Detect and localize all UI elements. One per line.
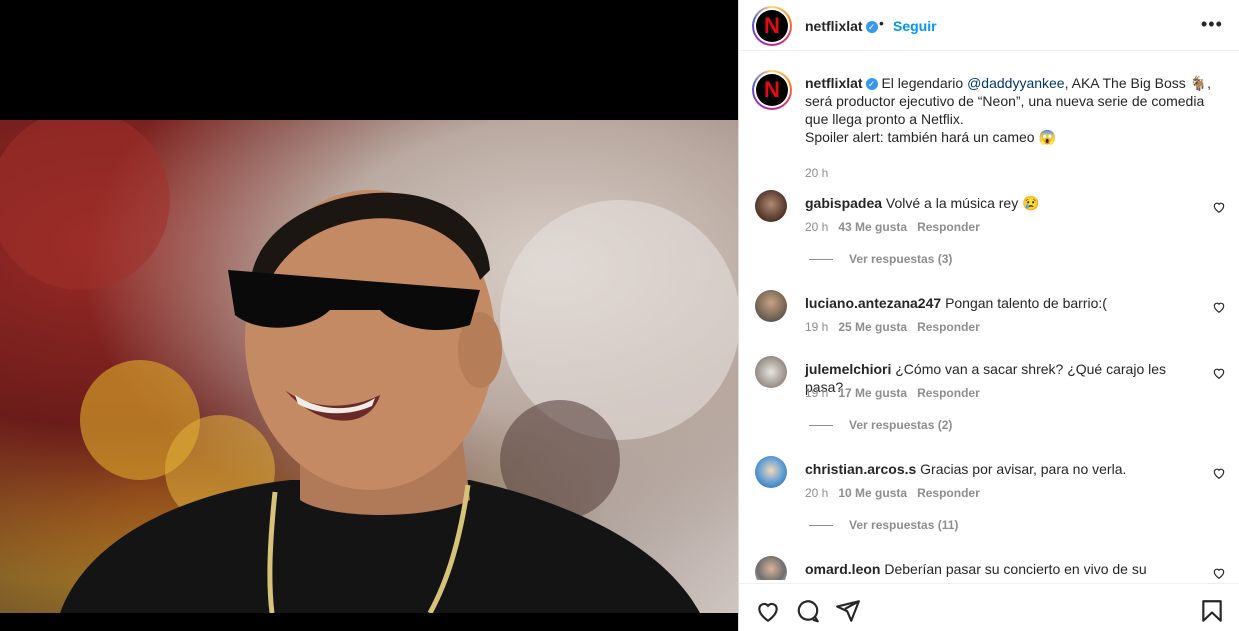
post-actions-bar [739,583,1239,631]
comment-likes[interactable]: 25 Me gusta [838,320,907,334]
comment-time[interactable]: 19 h [805,320,828,334]
follow-button[interactable]: Seguir [893,18,937,34]
bookmark-icon[interactable] [1199,598,1225,624]
commenter-avatar[interactable] [755,356,787,388]
comment-text: christian.arcos.s Gracias por avisar, pa… [805,461,1127,477]
commenter-username[interactable]: luciano.antezana247 [805,295,941,311]
comment-likes[interactable]: 10 Me gusta [838,486,907,500]
commenter-username[interactable]: omard.leon [805,561,880,577]
comment-meta: 20 h 43 Me gusta Responder [805,220,990,234]
comment-likes[interactable]: 43 Me gusta [838,220,907,234]
caption-avatar[interactable]: N [752,70,792,110]
comments-list[interactable]: N netflixlat ✓ El legendario @daddyyankee… [739,56,1239,580]
heart-icon[interactable] [755,598,781,624]
more-options-icon[interactable]: ••• [1201,14,1223,35]
netflix-logo: N [756,74,788,106]
commenter-avatar[interactable] [755,290,787,322]
view-replies-button[interactable]: Ver respuestas (2) [809,418,952,432]
commenter-username[interactable]: christian.arcos.s [805,461,916,477]
caption-timestamp[interactable]: 20 h [805,166,828,180]
comment-text: luciano.antezana247 Pongan talento de ba… [805,295,1107,311]
post-side-panel: N netflixlat ✓ • Seguir ••• N netflixlat ✓… [738,0,1239,631]
netflix-logo: N [756,10,788,42]
verified-badge-icon: ✓ [865,78,878,91]
view-replies-button[interactable]: Ver respuestas (11) [809,518,958,532]
caption-mention-link[interactable]: @daddyyankee [967,75,1065,91]
post-media [0,0,738,631]
comment-like-heart-icon[interactable] [1212,200,1226,214]
comment-like-heart-icon[interactable] [1212,566,1226,580]
post-header: N netflixlat ✓ • Seguir ••• [739,0,1239,51]
comment-like-heart-icon[interactable] [1212,466,1226,480]
caption-username[interactable]: netflixlat [805,75,863,91]
comment-meta: 19 h 17 Me gusta Responder [805,386,990,400]
comment-time[interactable]: 19 h [805,386,828,400]
comment-time[interactable]: 20 h [805,220,828,234]
comment-like-heart-icon[interactable] [1212,300,1226,314]
commenter-avatar[interactable] [755,556,787,580]
comment-meta: 19 h 25 Me gusta Responder [805,320,990,334]
comment-meta: 20 h 10 Me gusta Responder [805,486,990,500]
separator-dot: • [879,15,884,31]
verified-badge-icon: ✓ [865,21,878,34]
replies-line [809,525,833,527]
comment-text: gabispadea Volvé a la música rey 😢 [805,195,1040,211]
photo-illustration [0,120,738,613]
replies-line [809,425,833,427]
author-avatar[interactable]: N [752,6,792,46]
caption-intro: El legendario [881,75,964,91]
comment-like-heart-icon[interactable] [1212,366,1226,380]
replies-line [809,259,833,261]
reply-button[interactable]: Responder [917,220,980,234]
post-photo[interactable] [0,120,738,613]
reply-button[interactable]: Responder [917,386,980,400]
commenter-avatar[interactable] [755,456,787,488]
comment-likes[interactable]: 17 Me gusta [838,386,907,400]
comment-text: omard.leon Deberían pasar su concierto e… [805,561,1147,580]
comment-icon[interactable] [795,598,821,624]
caption-line2: Spoiler alert: también hará un cameo 😱 [805,129,1056,145]
commenter-username[interactable]: julemelchiori [805,361,891,377]
reply-button[interactable]: Responder [917,486,980,500]
caption-text: netflixlat ✓ El legendario @daddyyankee, … [805,74,1215,146]
comment-time[interactable]: 20 h [805,486,828,500]
author-username[interactable]: netflixlat ✓ [805,18,878,34]
commenter-avatar[interactable] [755,190,787,222]
reply-button[interactable]: Responder [917,320,980,334]
commenter-username[interactable]: gabispadea [805,195,882,211]
share-icon[interactable] [835,598,861,624]
view-replies-button[interactable]: Ver respuestas (3) [809,252,952,266]
